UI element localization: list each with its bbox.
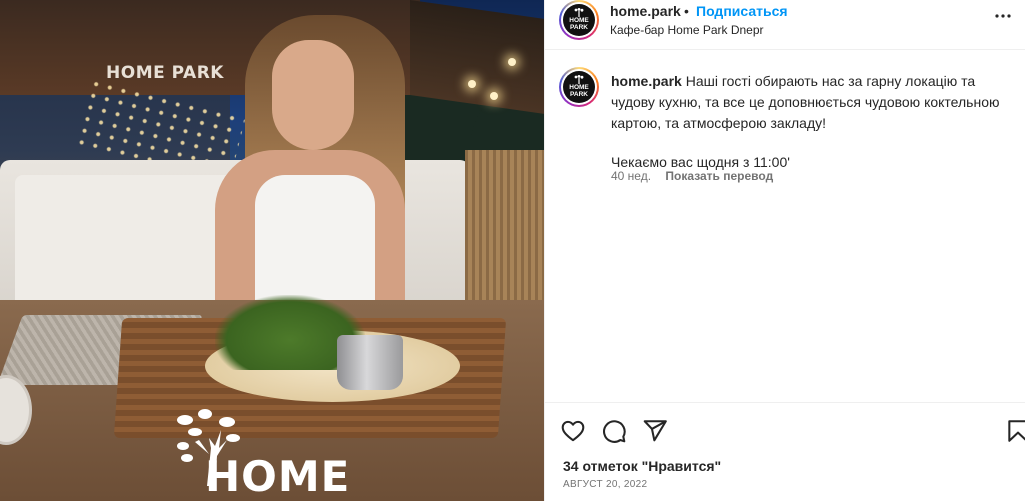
photo-logo-text: HOME [205,452,351,501]
photo-cushion [15,175,245,315]
more-options-icon[interactable] [991,4,1015,28]
photo-lamp [490,92,498,100]
avatar-text: PARK [570,24,588,31]
caption-username-link[interactable]: home.park [611,73,682,89]
comment-icon[interactable] [601,418,627,444]
post-header: HOME PARK home.park • Подписаться Кафе-б… [545,0,1025,50]
avatar[interactable]: HOME PARK [559,0,599,40]
photo-sauce-cup [337,335,403,390]
avatar-text: PARK [570,91,588,98]
separator-dot: • [684,3,689,19]
post-photo[interactable]: HOME PARK HOME [0,0,544,501]
caption-meta: 40 нед. Показать перевод [611,169,773,183]
username-link[interactable]: home.park [610,3,681,19]
translate-button[interactable]: Показать перевод [665,169,773,183]
bookmark-icon[interactable] [1005,418,1025,444]
post-details-panel: HOME PARK home.park • Подписаться Кафе-б… [544,0,1025,501]
photo-person-face [272,40,354,150]
location-link[interactable]: Кафе-бар Home Park Dnepr [610,23,764,37]
tree-icon [574,8,584,18]
share-icon[interactable] [642,418,668,444]
avatar[interactable]: HOME PARK [559,67,599,107]
time-ago: 40 нед. [611,169,652,183]
tree-icon [574,75,584,85]
post-caption: home.park Наші гості обирають нас за гар… [611,71,1011,173]
photo-lamp [468,80,476,88]
follow-button[interactable]: Подписаться [696,3,788,19]
photo-lamp [508,58,516,66]
post-date[interactable]: АВГУСТ 20, 2022 [563,479,647,490]
likes-count[interactable]: 34 отметок "Нравится" [563,458,721,474]
action-bar [545,402,1025,456]
photo-awning [410,0,544,114]
heart-icon[interactable] [560,418,586,444]
